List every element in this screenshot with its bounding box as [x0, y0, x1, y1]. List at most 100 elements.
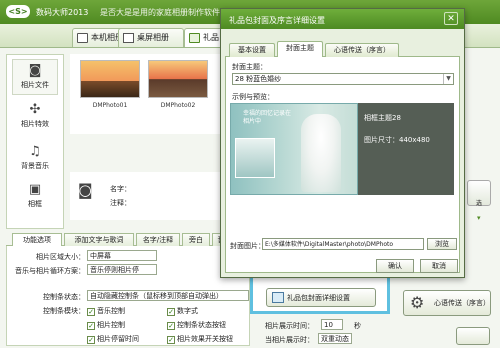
nav-frame[interactable]: ▣ 相框 — [7, 183, 63, 209]
photo-thumbnail[interactable] — [148, 60, 208, 98]
nav-photo-files-label: 相片文件 — [21, 81, 49, 89]
photo-strip: DMPhoto01 DMPhoto02 — [70, 54, 220, 134]
browse-button[interactable]: 浏览 — [427, 238, 457, 250]
preview-inset-photo — [235, 138, 275, 178]
cover-theme-label: 封面主题： — [232, 63, 267, 71]
music-loop-select[interactable]: 音乐停则相片停 — [87, 264, 157, 275]
checkbox-label: 音乐控制 — [97, 307, 125, 315]
checkmark-icon: ✓ — [167, 308, 175, 316]
dialog-title: 礼品包封面及序言详细设置 — [229, 16, 325, 25]
dialog-tabs: 基本设置 封面主题 心语传送（序言） — [225, 41, 460, 57]
photo-control-checkbox[interactable]: ✓ 相片控制 — [87, 320, 125, 330]
bottom-tabs: 功能选项 添加文字与歌词 名字/注释 旁白 音 — [6, 232, 250, 246]
function-options-panel: 相片区域大小： 中屏幕 音乐与相片循环方案： 音乐停则相片停 控制条状态： 自动… — [6, 246, 250, 346]
nav-frame-label: 相框 — [28, 200, 42, 208]
photo-caption: DMPhoto02 — [160, 102, 196, 109]
cover-theme-select[interactable]: 28 粉蓝色婚纱 ▼ — [232, 73, 454, 85]
control-state-select[interactable]: 自动隐藏控制条（鼠标移到顶部自动弹出） — [87, 290, 249, 301]
close-icon[interactable]: ✕ — [444, 12, 458, 25]
tab-function-options[interactable]: 功能选项 — [12, 233, 62, 246]
current-display-label: 当相片展示时： — [265, 336, 314, 344]
nav-photo-effects-label: 相片特效 — [21, 120, 49, 128]
control-state-button-checkbox[interactable]: ✓ 控制条状态按钮 — [167, 320, 226, 330]
checkbox-label: 数字式 — [177, 307, 198, 315]
tab-narration[interactable]: 旁白 — [182, 233, 210, 246]
photo-thumbnail[interactable] — [80, 60, 140, 98]
tab-add-text-lyrics[interactable]: 添加文字与歌词 — [64, 233, 134, 246]
gift-icon — [189, 33, 200, 43]
tab-cover-theme[interactable]: 封面主题 — [277, 41, 323, 57]
cover-settings-dialog: 礼品包封面及序言详细设置 ✕ 基本设置 封面主题 心语传送（序言） 封面主题： … — [220, 8, 465, 278]
preview-info-panel: 相框主题28 图片尺寸：440x480 — [358, 103, 454, 195]
right-settings-label: 选 — [476, 200, 483, 207]
show-time-stepper[interactable]: 10 — [321, 319, 343, 330]
app-subtitle: 是否大是是用的家庭相册制作软件 — [100, 8, 220, 17]
show-time-unit: 秒 — [354, 322, 361, 330]
cover-image-path-input[interactable]: E:\多媒体软件\DigitalMaster\photo\DMPhoto — [262, 238, 424, 250]
gift-icon — [272, 292, 284, 303]
photo-effect-toggle-checkbox[interactable]: ✓ 相片效果开关按钮 — [167, 334, 233, 344]
tab-desktop-album[interactable]: 桌屏相册 — [118, 28, 184, 47]
nav-photo-files-box: ◙ 相片文件 — [12, 59, 58, 95]
tab-gift-package-label: 礼品 — [203, 33, 219, 42]
wish-message-button[interactable]: ⚙ 心语传送（序言） — [403, 290, 491, 316]
control-module-label: 控制条模块： — [43, 307, 85, 315]
digital-style-checkbox[interactable]: ✓ 数字式 — [167, 306, 198, 316]
checkbox-label: 控制条状态按钮 — [177, 321, 226, 329]
music-control-checkbox[interactable]: ✓ 音乐控制 — [87, 306, 125, 316]
tab-gift-package[interactable]: 礼品 — [184, 28, 224, 47]
nav-photo-files[interactable]: ◙ 相片文件 — [7, 59, 63, 95]
effects-icon: ✣ — [29, 102, 41, 117]
app-logo: <S> — [6, 5, 30, 18]
preview-bride-photo — [301, 114, 341, 192]
checkmark-icon: ✓ — [87, 322, 95, 330]
area-size-label: 相片区域大小： — [36, 253, 85, 261]
control-state-label: 控制条状态： — [43, 293, 85, 301]
gift-cover-detail-label: 礼品包封面详细设置 — [287, 294, 350, 302]
desktop-icon — [123, 33, 134, 43]
preview-image-size: 图片尺寸：440x480 — [364, 136, 430, 144]
nav-background-music[interactable]: ♫ 背景音乐 — [7, 145, 63, 171]
preview-theme-name: 相框主题28 — [364, 114, 401, 122]
current-display-select[interactable]: 双重动态 — [318, 333, 352, 344]
cover-preview-image: 幸福的回忆记录在相片中 — [230, 103, 358, 195]
camera-icon: ◙ — [28, 63, 42, 78]
wish-message-label: 心语传送（序言） — [434, 299, 490, 307]
cover-image-label: 封面图片： — [230, 242, 265, 250]
photo-album-icon — [77, 33, 88, 43]
name-label: 名字： — [110, 185, 131, 193]
ok-button[interactable]: 确认 — [376, 259, 414, 273]
checkbox-label: 相片停留时间 — [97, 335, 139, 343]
camera-icon[interactable]: ◙ — [78, 181, 93, 199]
music-loop-label: 音乐与相片循环方案： — [15, 267, 85, 275]
checkbox-label: 相片控制 — [97, 321, 125, 329]
checkmark-icon: ✓ — [87, 308, 95, 316]
dialog-body: 封面主题： 28 粉蓝色婚纱 ▼ 示例与预览： 幸福的回忆记录在相片中 相框主题… — [225, 57, 460, 273]
nav-photo-effects[interactable]: ✣ 相片特效 — [7, 103, 63, 129]
nav-background-music-label: 背景音乐 — [21, 162, 49, 170]
preview-text: 幸福的回忆记录在相片中 — [243, 110, 292, 125]
music-icon: ♫ — [29, 144, 41, 159]
left-nav: ◙ 相片文件 ✣ 相片特效 ♫ 背景音乐 ▣ 相框 — [6, 54, 64, 229]
checkmark-icon: ✓ — [167, 336, 175, 344]
tab-basic-settings[interactable]: 基本设置 — [229, 43, 275, 57]
chevron-down-icon[interactable]: ▼ — [443, 74, 453, 84]
app-title: 数码大师2013 — [36, 8, 89, 17]
right-action-button[interactable] — [456, 327, 490, 345]
checkmark-icon: ✓ — [167, 322, 175, 330]
chevron-down-icon[interactable]: ▾ — [477, 214, 481, 222]
tab-name-notes[interactable]: 名字/注释 — [136, 233, 180, 246]
dialog-title-bar[interactable]: 礼品包封面及序言详细设置 ✕ — [221, 9, 464, 29]
show-time-label: 相片展示时间： — [265, 322, 314, 330]
gear-icon: ⚙ — [410, 293, 425, 312]
cancel-button[interactable]: 取消 — [420, 259, 458, 273]
tab-wish-message[interactable]: 心语传送（序言） — [325, 43, 399, 57]
photo-stay-time-checkbox[interactable]: ✓ 相片停留时间 — [87, 334, 139, 344]
photo-info-panel: ◙ 名字： 注释： — [70, 172, 220, 220]
frame-icon: ▣ — [28, 182, 42, 197]
gift-cover-detail-button[interactable]: 礼品包封面详细设置 — [266, 288, 376, 307]
area-size-select[interactable]: 中屏幕 — [87, 250, 157, 261]
tab-desktop-album-label: 桌屏相册 — [137, 33, 169, 42]
photo-caption: DMPhoto01 — [92, 102, 128, 109]
note-label: 注释： — [110, 199, 131, 207]
